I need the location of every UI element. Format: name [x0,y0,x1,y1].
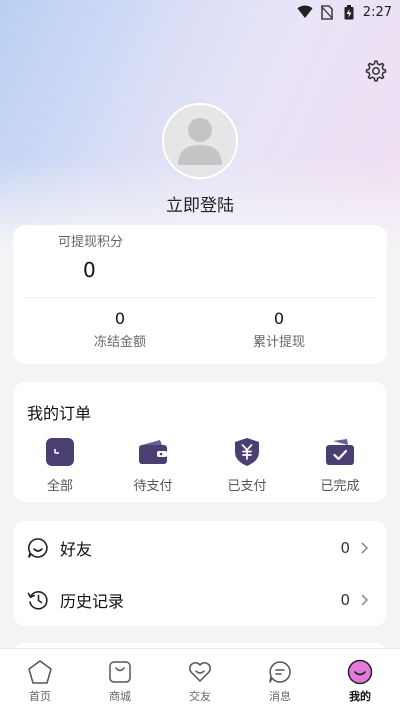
order-completed[interactable]: 已完成 [305,437,375,494]
tab-shop-label: 商城 [109,690,131,703]
history-label: 历史记录 [60,592,125,611]
tab-messages[interactable]: 消息 [240,649,320,712]
status-time: 2:27 [362,4,392,20]
home-icon [28,660,52,684]
bottom-tab-bar: 首页 商城 交友 消息 我的 [0,648,400,712]
points-value: 0 [83,258,96,282]
gear-icon [365,60,387,82]
menu-list-card: 好友 0 历史记录 0 [13,521,387,626]
order-paid-label: 已支付 [227,479,267,494]
friends-count: 0 [340,539,350,557]
total-withdrawn[interactable]: 0 累计提现 [219,309,339,350]
order-paid[interactable]: 已支付 [212,437,282,494]
points-card: 可提现积分 0 0 冻结金额 0 累计提现 [13,225,387,364]
message-icon [269,661,291,683]
history-icon [27,591,48,610]
battery-icon [341,4,357,20]
tab-profile[interactable]: 我的 [320,649,400,712]
tab-social[interactable]: 交友 [160,649,240,712]
heart-icon [189,662,211,682]
wifi-icon [297,4,313,20]
tab-home[interactable]: 首页 [0,649,80,712]
avatar[interactable] [162,103,238,179]
no-sim-icon [319,4,335,20]
order-all-label: 全部 [46,479,73,494]
tab-home-label: 首页 [29,690,51,703]
login-link[interactable]: 立即登陆 [0,191,400,216]
tab-messages-label: 消息 [269,690,291,703]
total-withdrawn-label: 累计提现 [252,335,305,350]
smile-chat-icon [27,538,48,558]
orders-title: 我的订单 [27,404,92,423]
divider [25,297,375,298]
chevron-right-icon [361,542,369,554]
order-completed-label: 已完成 [320,479,360,494]
frozen-amount-label: 冻结金额 [93,335,146,350]
wallet-icon [139,440,167,464]
total-withdrawn-value: 0 [273,309,285,328]
chevron-right-icon [361,594,369,606]
points-label: 可提现积分 [58,235,124,250]
order-pending-payment[interactable]: 待支付 [118,437,188,494]
history-row[interactable]: 历史记录 0 [13,574,387,626]
all-orders-icon [46,438,74,466]
order-pending-payment-label: 待支付 [133,479,173,494]
friends-label: 好友 [60,540,93,559]
tab-profile-label: 我的 [349,690,371,703]
status-bar: 2:27 [0,0,400,24]
profile-smile-icon [347,659,373,685]
order-all[interactable]: 全部 [25,437,95,494]
history-count: 0 [340,591,350,609]
yuan-shield-icon [235,438,259,466]
frozen-amount-value: 0 [114,309,126,328]
user-placeholder-icon [178,118,222,165]
orders-card: 我的订单 全部 待支付 已支付 已完成 [13,382,387,502]
shop-bag-icon [109,661,131,683]
tab-social-label: 交友 [189,690,211,703]
frozen-amount[interactable]: 0 冻结金额 [60,309,180,350]
check-box-icon [326,439,354,465]
friends-row[interactable]: 好友 0 [13,522,387,574]
tab-shop[interactable]: 商城 [80,649,160,712]
settings-button[interactable] [362,57,390,85]
